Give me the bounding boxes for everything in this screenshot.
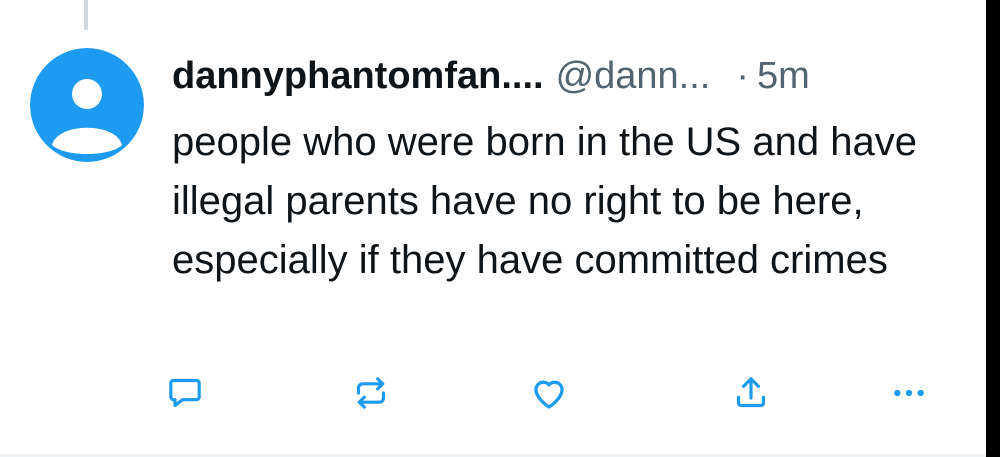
repost-icon bbox=[356, 377, 386, 409]
right-edge-border bbox=[986, 0, 1000, 457]
reply-button[interactable] bbox=[160, 368, 210, 418]
tweet-text: people who were born in the US and have … bbox=[172, 120, 917, 282]
share-icon bbox=[736, 377, 766, 408]
separator-dot: · bbox=[736, 55, 750, 97]
display-name[interactable]: dannyphantomfan.... bbox=[172, 52, 544, 100]
tweet-actions-bar bbox=[160, 368, 940, 418]
tweet-header: dannyphantomfan.... @dann... · 5m bbox=[172, 52, 810, 100]
share-button[interactable] bbox=[726, 368, 776, 418]
timestamp[interactable]: 5m bbox=[757, 52, 810, 100]
more-options-button[interactable] bbox=[884, 368, 934, 418]
like-button[interactable] bbox=[524, 368, 574, 418]
reply-icon bbox=[169, 378, 201, 408]
avatar[interactable] bbox=[30, 48, 144, 162]
repost-button[interactable] bbox=[346, 368, 396, 418]
more-icon bbox=[894, 389, 924, 397]
user-handle[interactable]: @dann... bbox=[556, 52, 711, 100]
thread-connector-line bbox=[84, 0, 88, 30]
heart-icon bbox=[534, 380, 564, 409]
default-user-avatar-icon bbox=[30, 48, 144, 162]
